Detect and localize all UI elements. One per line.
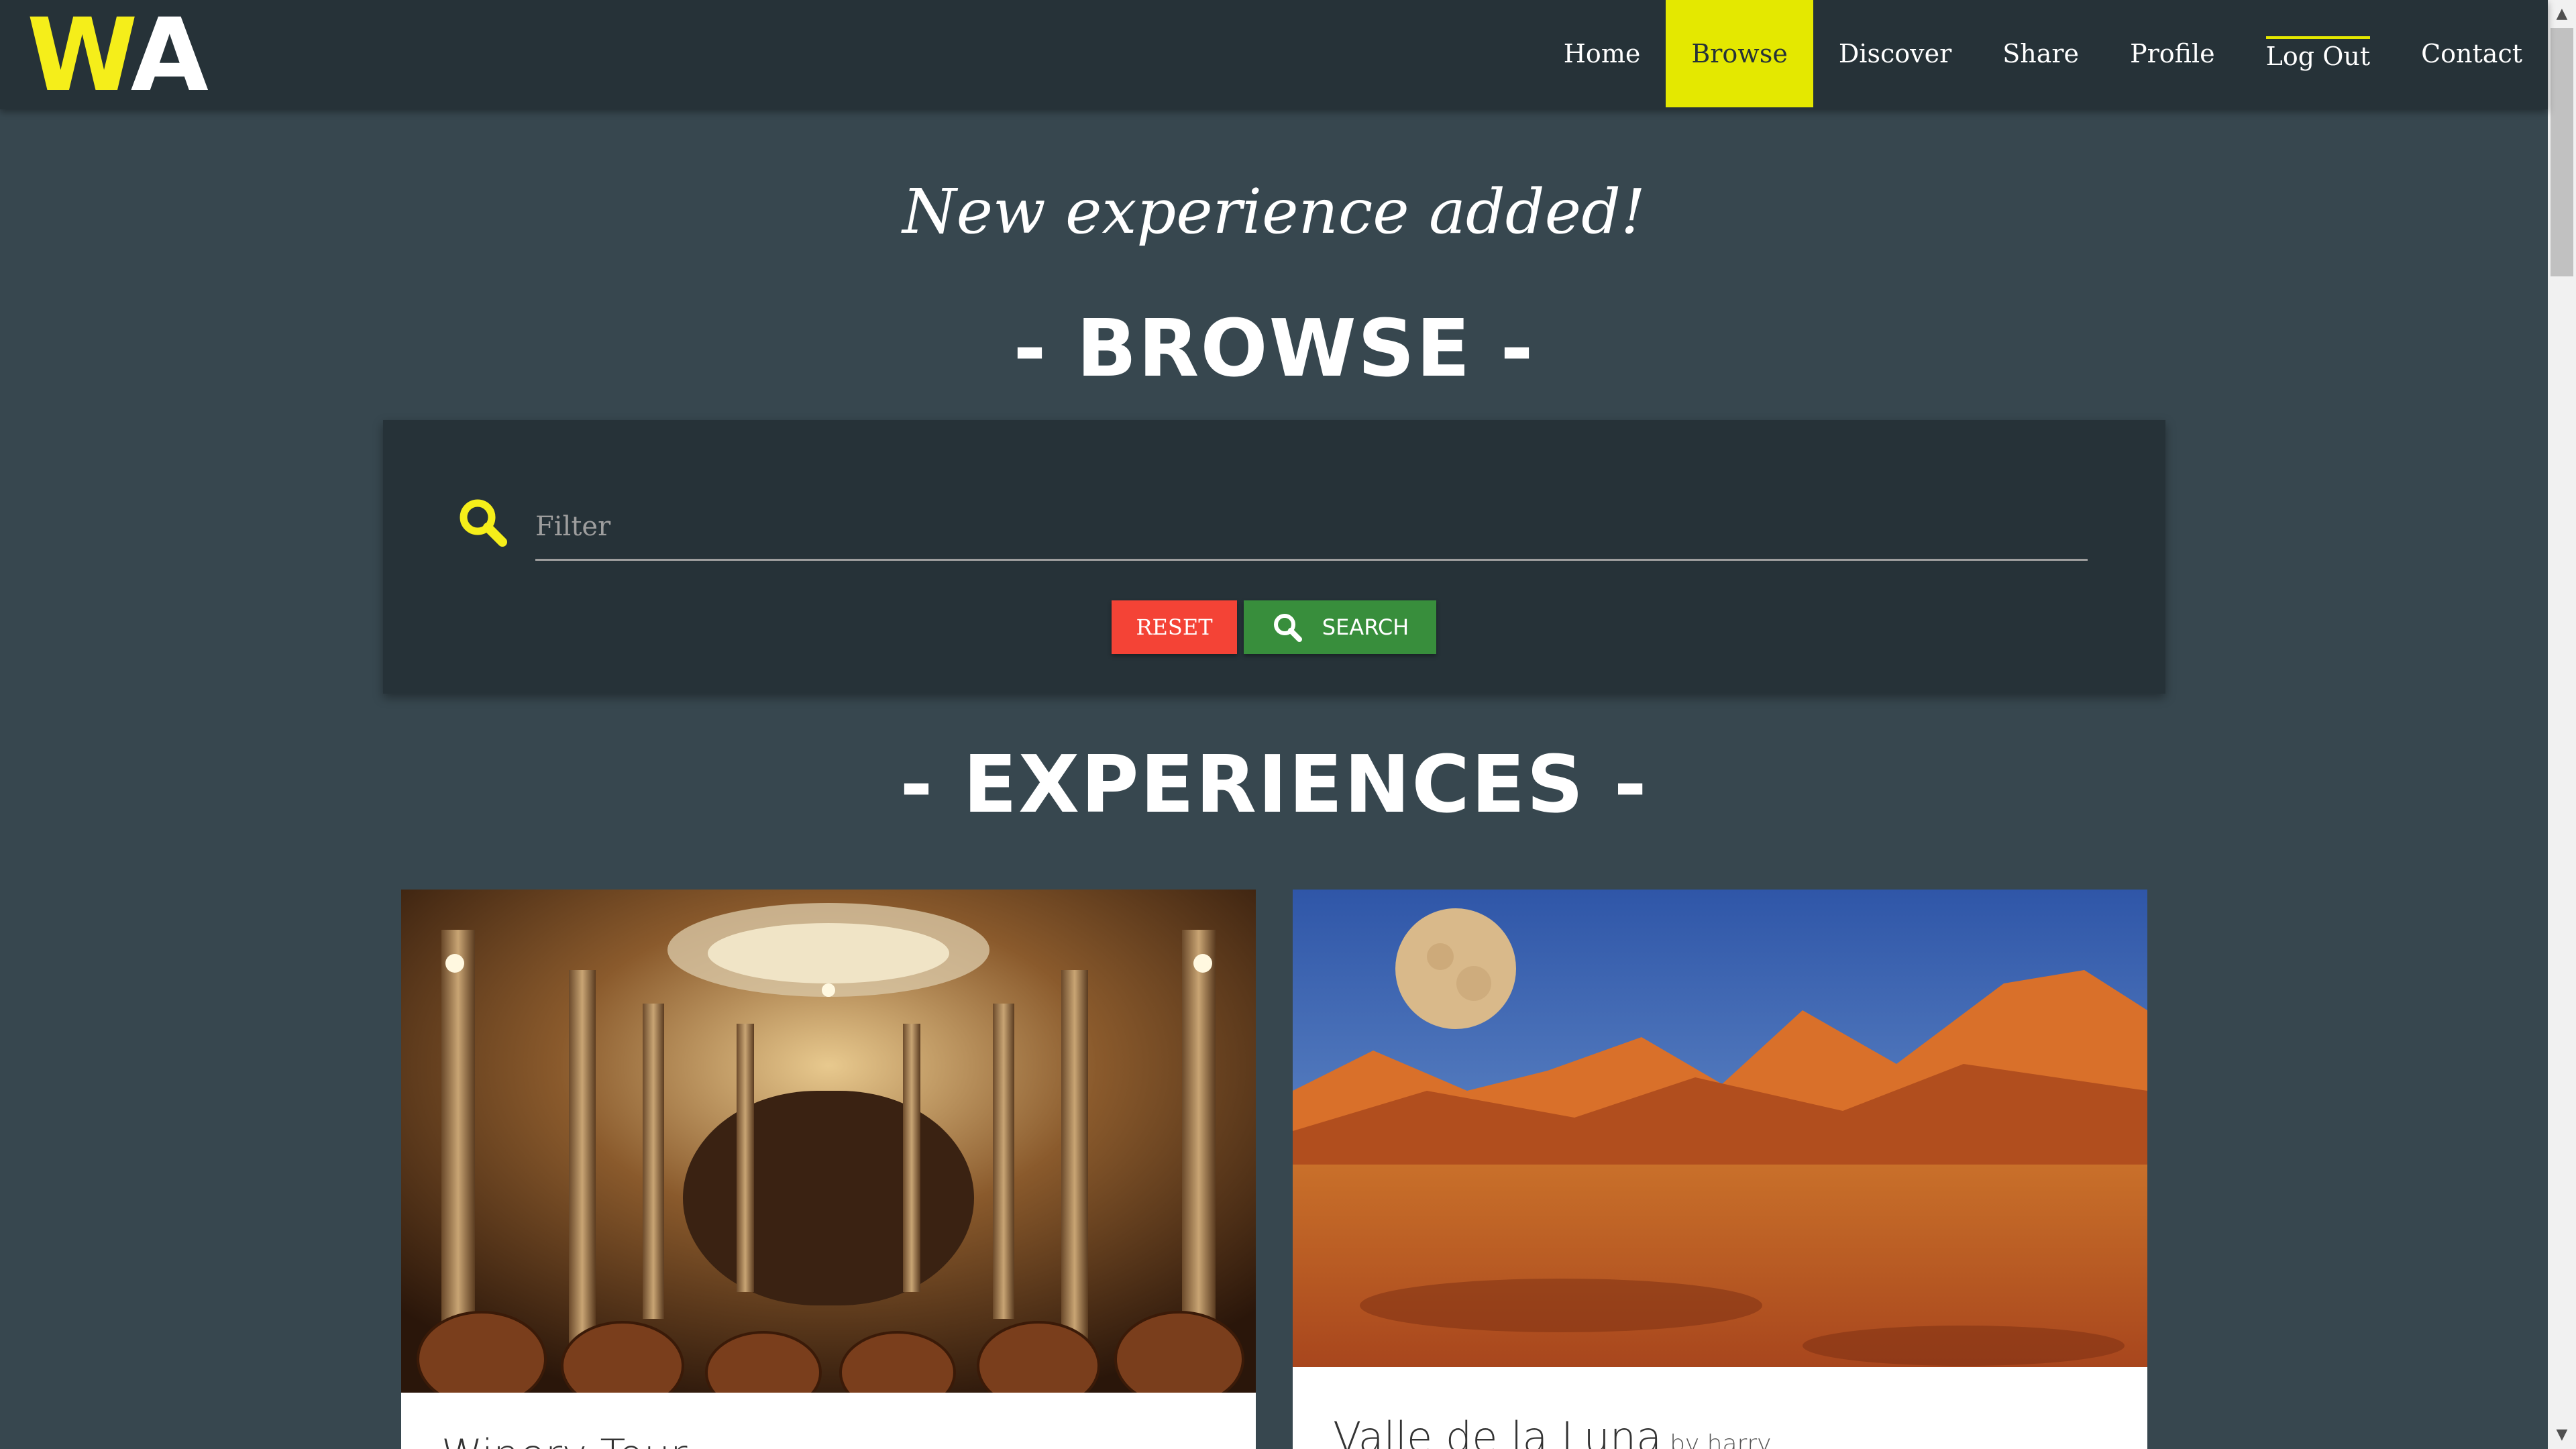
- search-icon: [460, 499, 507, 547]
- nav-home-label: Home: [1563, 39, 1641, 68]
- search-panel: RESET SEARCH: [383, 420, 2165, 694]
- card-title[interactable]: Winery Tour: [441, 1430, 688, 1449]
- site-logo[interactable]: WA: [27, 5, 209, 106]
- reset-button-label: RESET: [1136, 614, 1213, 640]
- nav-share-label: Share: [2002, 39, 2080, 68]
- desert-moon-image[interactable]: [1293, 890, 2147, 1367]
- card-author: by harry: [1670, 1430, 1772, 1449]
- nav-share[interactable]: Share: [1977, 0, 2104, 107]
- nav-contact-label: Contact: [2421, 39, 2522, 68]
- scrollbar-thumb[interactable]: [2551, 28, 2573, 276]
- experience-card[interactable]: Winery Tour: [401, 890, 1256, 1449]
- search-button[interactable]: SEARCH: [1244, 600, 1436, 654]
- card-title[interactable]: Valle de la Luna by harry: [1333, 1413, 1771, 1449]
- nav-logout-label: Log Out: [2265, 36, 2371, 71]
- flash-message: New experience added!: [902, 176, 1646, 248]
- logo-letter-w: W: [27, 0, 133, 114]
- nav-discover-label: Discover: [1838, 39, 1952, 68]
- nav-browse-label: Browse: [1691, 39, 1788, 68]
- experiences-heading: - EXPERIENCES -: [900, 738, 1648, 830]
- top-navbar: WA Home Browse Discover Share Profile Lo…: [0, 0, 2548, 109]
- card-title-text[interactable]: Valle de la Luna: [1333, 1413, 1662, 1449]
- browse-heading: - BROWSE -: [1013, 302, 1535, 394]
- nav-profile[interactable]: Profile: [2104, 0, 2241, 107]
- experience-card[interactable]: Valle de la Luna by harry: [1293, 890, 2147, 1449]
- logo-letter-a: A: [130, 0, 209, 114]
- search-button-label: SEARCH: [1322, 614, 1409, 640]
- scroll-up-arrow-icon[interactable]: ▲: [2551, 3, 2573, 25]
- filter-input[interactable]: [535, 494, 2088, 561]
- winery-cellar-image[interactable]: [401, 890, 1256, 1393]
- search-button-icon: [1273, 614, 1302, 642]
- nav-contact[interactable]: Contact: [2396, 0, 2548, 107]
- nav-browse[interactable]: Browse: [1666, 0, 1813, 107]
- scroll-down-arrow-icon[interactable]: ▼: [2551, 1424, 2573, 1446]
- nav-home[interactable]: Home: [1538, 0, 1666, 107]
- nav-logout[interactable]: Log Out: [2241, 0, 2396, 107]
- nav-links: Home Browse Discover Share Profile Log O…: [1538, 0, 2548, 107]
- reset-button[interactable]: RESET: [1112, 600, 1237, 654]
- nav-profile-label: Profile: [2130, 39, 2215, 68]
- nav-discover[interactable]: Discover: [1813, 0, 1977, 107]
